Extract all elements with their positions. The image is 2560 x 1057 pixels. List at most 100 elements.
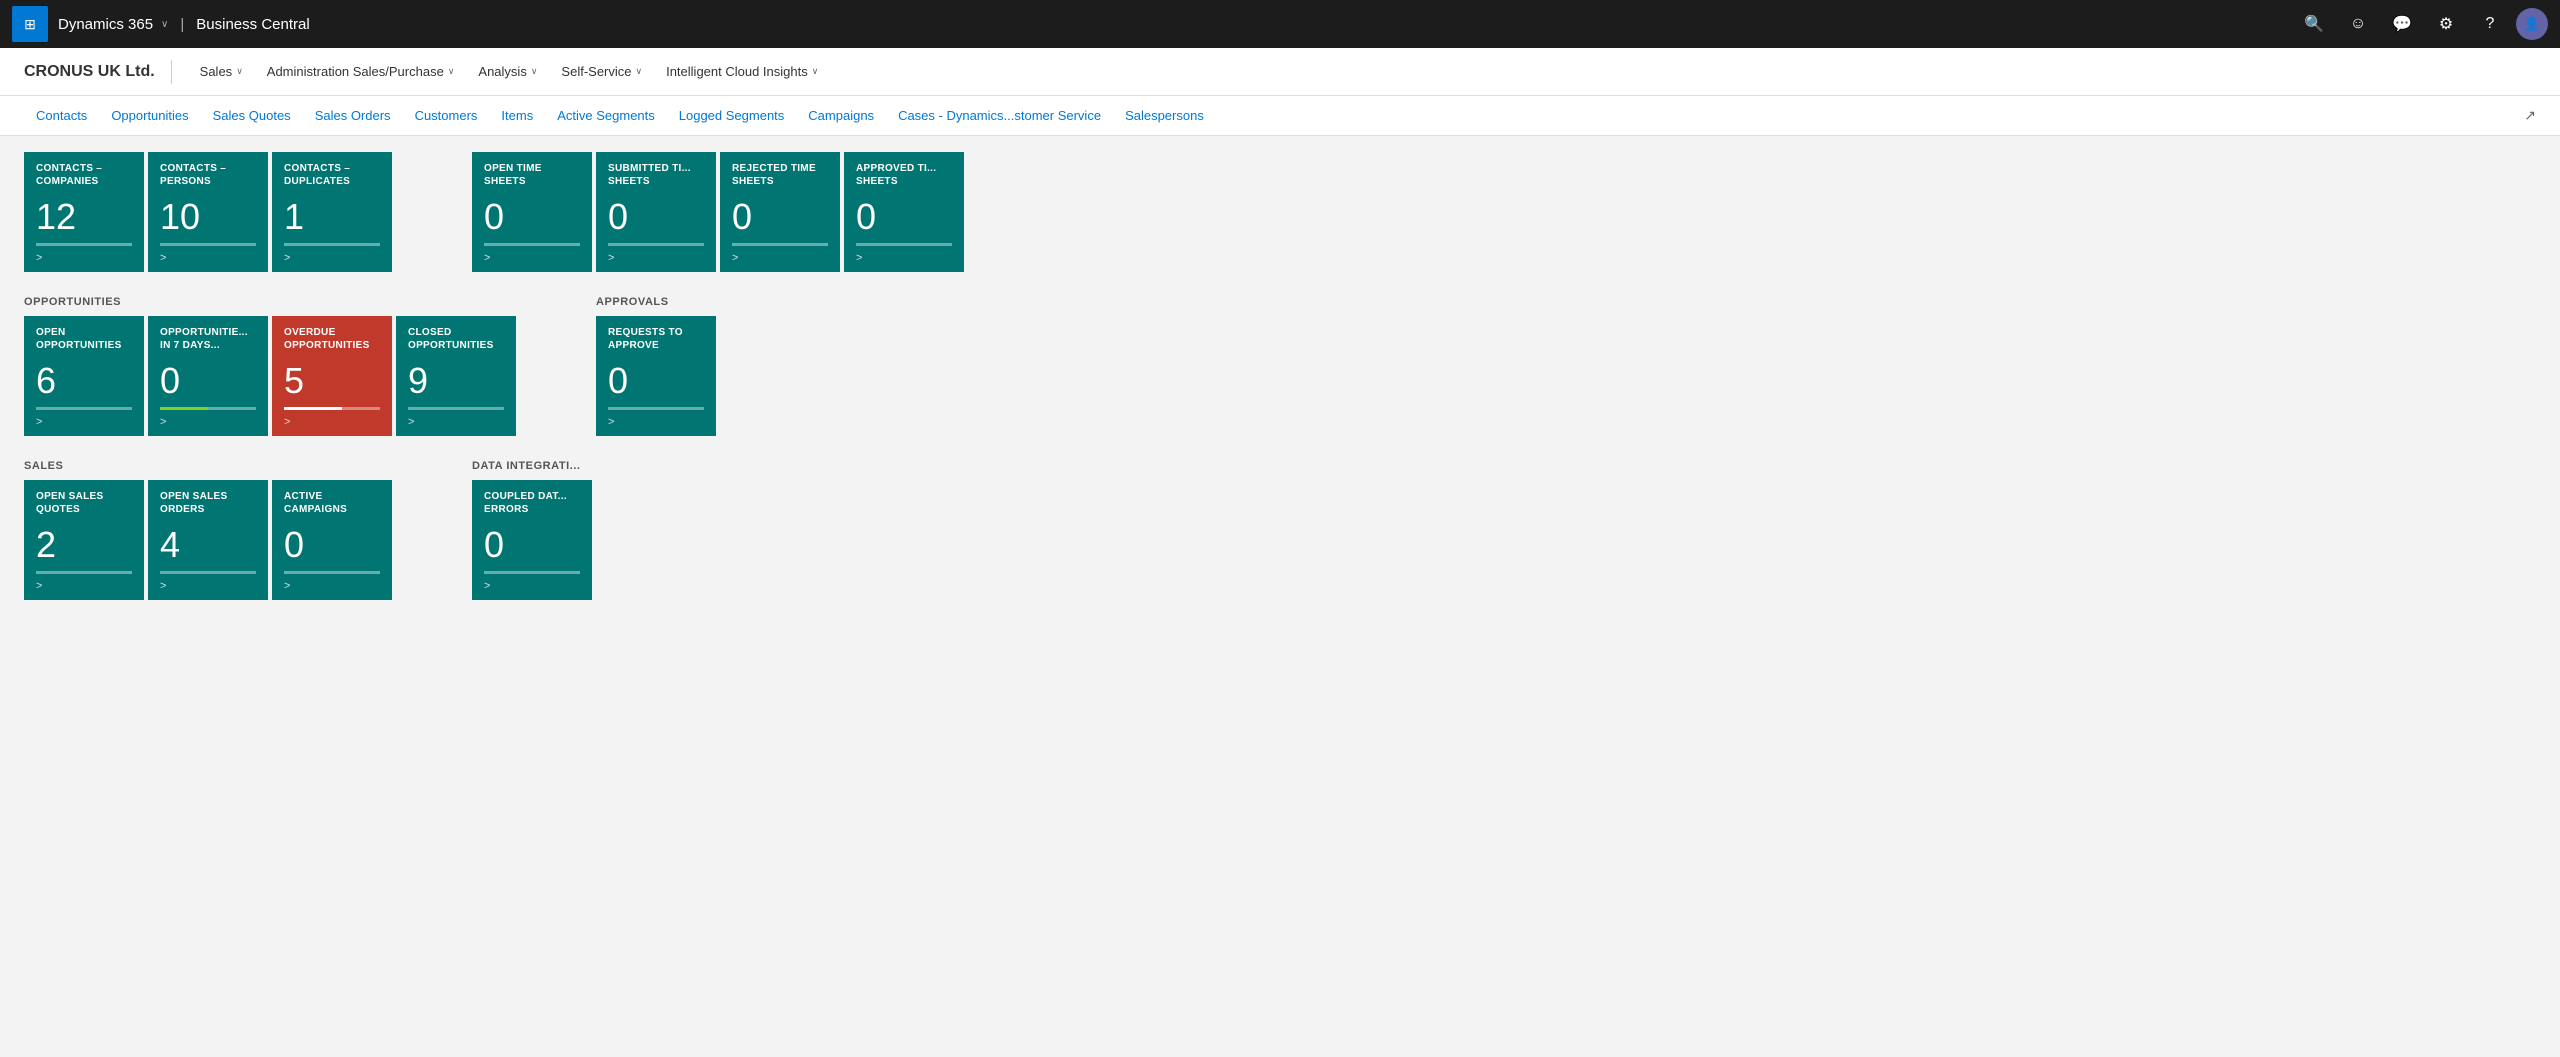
chat-icon[interactable]: 💬 xyxy=(2384,6,2420,42)
tile-bar xyxy=(732,243,828,246)
subnav-sales-orders[interactable]: Sales Orders xyxy=(303,96,403,136)
subnav-salespersons[interactable]: Salespersons xyxy=(1113,96,1216,136)
subnav-campaigns[interactable]: Campaigns xyxy=(796,96,886,136)
chevron-right-icon: > xyxy=(608,416,704,428)
top-bar-actions: 🔍 ☺ 💬 ⚙ ? 👤 xyxy=(2296,6,2548,42)
chevron-right-icon: > xyxy=(160,252,256,264)
approvals-section: APPROVALS REQUESTS TO APPROVE 0 > xyxy=(596,296,716,436)
tile-bar xyxy=(608,243,704,246)
nav-sales[interactable]: Sales ∨ xyxy=(188,48,255,96)
app-business-central: Business Central xyxy=(196,16,309,33)
help-icon[interactable]: ? xyxy=(2472,6,2508,42)
tile-bar xyxy=(160,243,256,246)
tile-overdue-opportunities[interactable]: OVERDUE OPPORTUNITIES 5 > xyxy=(272,316,392,436)
chevron-right-icon: > xyxy=(608,252,704,264)
avatar[interactable]: 👤 xyxy=(2516,8,2548,40)
chevron-right-icon: > xyxy=(160,580,256,592)
opportunities-section: OPPORTUNITIES OPEN OPPORTUNITIES 6 > OPP… xyxy=(24,296,516,436)
subnav-customers[interactable]: Customers xyxy=(403,96,490,136)
tile-coupled-data-errors[interactable]: COUPLED DAT... ERRORS 0 > xyxy=(472,480,592,600)
nav-analysis[interactable]: Analysis ∨ xyxy=(466,48,549,96)
chevron-right-icon: > xyxy=(856,252,952,264)
company-name: CRONUS UK Ltd. xyxy=(24,63,155,81)
subnav-cases[interactable]: Cases - Dynamics...stomer Service xyxy=(886,96,1113,136)
tile-contacts-duplicates[interactable]: CONTACTS – DUPLICATES 1 > xyxy=(272,152,392,272)
tile-bar xyxy=(160,407,256,410)
app-title: Dynamics 365 ∨ | Business Central xyxy=(58,16,310,33)
tile-bar xyxy=(160,571,256,574)
tile-rejected-time-sheets[interactable]: REJECTED TIME SHEETS 0 > xyxy=(720,152,840,272)
chevron-icon[interactable]: ∨ xyxy=(161,19,168,30)
tile-bar xyxy=(408,407,504,410)
expand-subnav-icon[interactable]: ↗ xyxy=(2524,107,2536,124)
nav-self-service[interactable]: Self-Service ∨ xyxy=(549,48,654,96)
tile-submitted-time-sheets[interactable]: SUBMITTED TI... SHEETS 0 > xyxy=(596,152,716,272)
tile-bar xyxy=(484,571,580,574)
subnav-contacts[interactable]: Contacts xyxy=(24,96,99,136)
tile-bar xyxy=(36,243,132,246)
tile-approved-time-sheets[interactable]: APPROVED TI... SHEETS 0 > xyxy=(844,152,964,272)
data-integration-label: DATA INTEGRATI... xyxy=(472,460,592,472)
opportunities-label: OPPORTUNITIES xyxy=(24,296,516,308)
tile-bar xyxy=(284,407,380,410)
chevron-down-icon: ∨ xyxy=(531,66,538,77)
subnav-logged-segments[interactable]: Logged Segments xyxy=(667,96,797,136)
nav-divider xyxy=(171,60,172,84)
tile-bar xyxy=(608,407,704,410)
subnav-opportunities[interactable]: Opportunities xyxy=(99,96,200,136)
tile-active-campaigns[interactable]: ACTIVE CAMPAIGNS 0 > xyxy=(272,480,392,600)
waffle-button[interactable]: ⊞ xyxy=(12,6,48,42)
tile-open-opportunities[interactable]: OPEN OPPORTUNITIES 6 > xyxy=(24,316,144,436)
data-integration-section: DATA INTEGRATI... COUPLED DAT... ERRORS … xyxy=(472,460,592,600)
chevron-right-icon: > xyxy=(36,416,132,428)
search-icon[interactable]: 🔍 xyxy=(2296,6,2332,42)
chevron-down-icon: ∨ xyxy=(236,66,243,77)
chevron-down-icon: ∨ xyxy=(448,66,455,77)
chevron-right-icon: > xyxy=(408,416,504,428)
chevron-right-icon: > xyxy=(284,580,380,592)
company-nav-bar: CRONUS UK Ltd. Sales ∨ Administration Sa… xyxy=(0,48,2560,96)
tile-opportunities-7days[interactable]: OPPORTUNITIE... IN 7 DAYS... 0 > xyxy=(148,316,268,436)
subnav-sales-quotes[interactable]: Sales Quotes xyxy=(201,96,303,136)
subnav-active-segments[interactable]: Active Segments xyxy=(545,96,667,136)
tile-closed-opportunities[interactable]: CLOSED OPPORTUNITIES 9 > xyxy=(396,316,516,436)
chevron-right-icon: > xyxy=(484,580,580,592)
chevron-down-icon: ∨ xyxy=(812,66,819,77)
top-bar: ⊞ Dynamics 365 ∨ | Business Central 🔍 ☺ … xyxy=(0,0,2560,48)
sales-section: SALES OPEN SALES QUOTES 2 > OPEN SALES O… xyxy=(24,460,392,600)
chevron-right-icon: > xyxy=(160,416,256,428)
nav-admin-sales-purchase[interactable]: Administration Sales/Purchase ∨ xyxy=(255,48,467,96)
chevron-right-icon: > xyxy=(36,252,132,264)
tile-bar xyxy=(856,243,952,246)
tile-contacts-companies[interactable]: CONTACTS – COMPANIES 12 > xyxy=(24,152,144,272)
main-nav: Sales ∨ Administration Sales/Purchase ∨ … xyxy=(188,48,831,96)
settings-icon[interactable]: ⚙ xyxy=(2428,6,2464,42)
tile-open-time-sheets[interactable]: OPEN TIME SHEETS 0 > xyxy=(472,152,592,272)
tile-bar xyxy=(36,407,132,410)
chevron-right-icon: > xyxy=(284,252,380,264)
chevron-right-icon: > xyxy=(36,580,132,592)
waffle-icon: ⊞ xyxy=(24,17,36,31)
app-dynamics365: Dynamics 365 xyxy=(58,16,153,33)
tile-bar xyxy=(484,243,580,246)
nav-intelligent-cloud[interactable]: Intelligent Cloud Insights ∨ xyxy=(654,48,830,96)
tile-contacts-persons[interactable]: CONTACTS – PERSONS 10 > xyxy=(148,152,268,272)
timesheets-section: OPEN TIME SHEETS 0 > SUBMITTED TI... SHE… xyxy=(472,152,964,272)
contacts-section: CONTACTS – COMPANIES 12 > CONTACTS – PER… xyxy=(24,152,392,272)
chevron-right-icon: > xyxy=(284,416,380,428)
tile-bar xyxy=(284,571,380,574)
sales-label: SALES xyxy=(24,460,392,472)
chevron-right-icon: > xyxy=(484,252,580,264)
main-content: CONTACTS – COMPANIES 12 > CONTACTS – PER… xyxy=(0,136,2560,1057)
chevron-down-icon: ∨ xyxy=(636,66,643,77)
subnav-items[interactable]: Items xyxy=(489,96,545,136)
tile-bar xyxy=(284,243,380,246)
approvals-label: APPROVALS xyxy=(596,296,716,308)
tile-open-sales-quotes[interactable]: OPEN SALES QUOTES 2 > xyxy=(24,480,144,600)
tile-open-sales-orders[interactable]: OPEN SALES ORDERS 4 > xyxy=(148,480,268,600)
feedback-icon[interactable]: ☺ xyxy=(2340,6,2376,42)
tile-bar xyxy=(36,571,132,574)
chevron-right-icon: > xyxy=(732,252,828,264)
sub-nav: Contacts Opportunities Sales Quotes Sale… xyxy=(0,96,2560,136)
tile-requests-to-approve[interactable]: REQUESTS TO APPROVE 0 > xyxy=(596,316,716,436)
